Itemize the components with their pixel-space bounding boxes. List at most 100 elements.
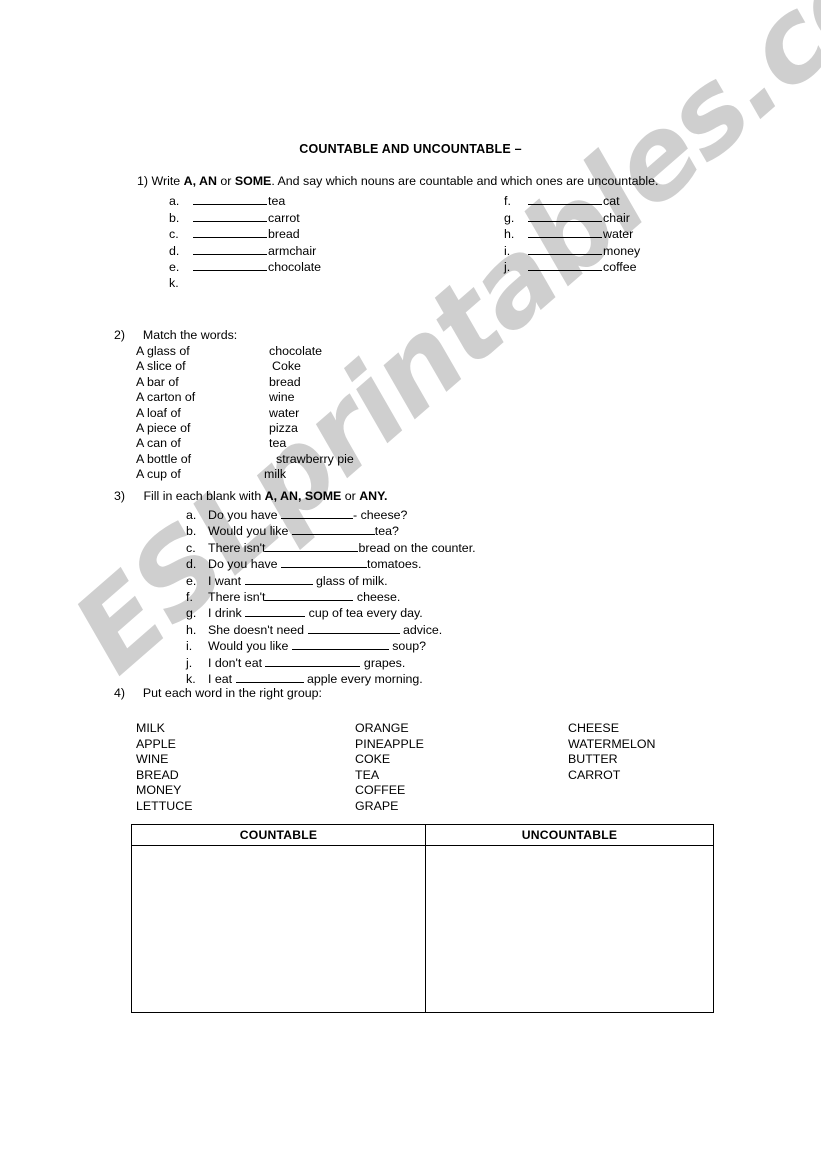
answer-cell-countable[interactable] xyxy=(132,846,426,1012)
item-noun: money xyxy=(603,243,641,258)
answer-blank[interactable] xyxy=(528,226,602,238)
answer-blank[interactable] xyxy=(235,671,304,684)
word-bank-item[interactable]: COKE xyxy=(355,752,424,768)
item-noun: bread xyxy=(268,227,300,241)
match-item: pizza xyxy=(269,420,298,435)
item-letter: c. xyxy=(186,540,196,555)
match-row[interactable]: A carton of wine xyxy=(136,390,466,405)
item-letter: c. xyxy=(169,227,179,241)
exercise-2-match-list: A glass of chocolate A slice of Coke A bar o… xyxy=(136,344,466,483)
exercise-2-instruction: 2) Match the words: xyxy=(114,328,238,342)
fill-in-row: i. Would you like soup? xyxy=(186,638,560,654)
item-noun: chocolate xyxy=(268,260,322,274)
item-letter: j. xyxy=(504,260,511,274)
blank-item-row: g. chair xyxy=(504,210,640,227)
answer-blank[interactable] xyxy=(528,210,602,222)
word-bank-item[interactable]: LETTUCE xyxy=(136,799,192,815)
word-bank-item[interactable]: CARROT xyxy=(568,768,655,784)
exercise-1: 1) Write A, AN or SOME. And say which no… xyxy=(137,174,723,290)
answer-blank[interactable] xyxy=(193,243,267,255)
answer-blank[interactable] xyxy=(528,193,602,205)
match-row[interactable]: A can of tea xyxy=(136,436,466,451)
sentence-before-blank: Do you have xyxy=(208,557,282,572)
item-letter: f. xyxy=(504,194,511,208)
item-letter: h. xyxy=(186,622,197,637)
item-letter: h. xyxy=(504,227,515,241)
sorting-table-header-row: COUNTABLE UNCOUNTABLE xyxy=(132,825,713,846)
match-row[interactable]: A bar of bread xyxy=(136,375,466,390)
answer-blank[interactable] xyxy=(265,589,354,602)
match-quantity: A glass of xyxy=(136,344,190,358)
page-title: COUNTABLE AND UNCOUNTABLE – xyxy=(299,142,522,156)
word-bank-item[interactable]: TEA xyxy=(355,768,424,784)
answer-blank[interactable] xyxy=(193,259,267,271)
item-noun: armchair xyxy=(268,243,317,258)
word-bank-column-3: CHEESE WATERMELON BUTTER CARROT xyxy=(568,721,655,783)
answer-blank[interactable] xyxy=(528,243,602,255)
answer-blank[interactable] xyxy=(265,655,361,667)
item-letter: b. xyxy=(169,210,180,225)
match-item: milk xyxy=(264,467,287,482)
exercise-1-left-column: a. tea b. carrot c. bread d. armchair e. chocolat… xyxy=(169,193,321,291)
word-bank-item[interactable]: ORANGE xyxy=(355,721,424,737)
answer-cell-uncountable[interactable] xyxy=(426,846,713,1012)
match-item: tea xyxy=(269,436,287,451)
item-letter: i. xyxy=(504,243,511,258)
blank-item-row: f. cat xyxy=(504,193,640,210)
match-row[interactable]: A loaf of water xyxy=(136,406,466,421)
word-bank-item[interactable]: BUTTER xyxy=(568,752,655,768)
column-header-uncountable: UNCOUNTABLE xyxy=(521,828,618,842)
word-bank-item[interactable]: GRAPE xyxy=(355,799,424,815)
word-bank-item[interactable]: MILK xyxy=(136,721,192,737)
match-row[interactable]: A cup of milk xyxy=(136,467,466,482)
answer-blank[interactable] xyxy=(307,622,400,634)
answer-blank[interactable] xyxy=(193,226,267,238)
item-letter: e. xyxy=(169,260,180,274)
answer-blank[interactable] xyxy=(291,638,389,651)
word-bank-item[interactable]: COFFEE xyxy=(355,783,424,799)
match-row[interactable]: A slice of Coke xyxy=(136,359,466,374)
word-bank-item[interactable]: APPLE xyxy=(136,737,192,753)
answer-blank[interactable] xyxy=(528,259,602,271)
item-noun: water xyxy=(603,227,634,241)
sentence-after-blank: cheese. xyxy=(353,590,401,605)
word-bank-item[interactable]: CHEESE xyxy=(568,721,655,737)
answer-blank[interactable] xyxy=(281,556,368,569)
fill-in-row: a. Do you have - cheese? xyxy=(186,507,560,523)
match-row[interactable]: A glass of chocolate xyxy=(136,344,466,359)
item-letter: g. xyxy=(504,210,515,225)
word-bank-item[interactable]: WINE xyxy=(136,752,192,768)
match-item: Coke xyxy=(272,359,301,374)
answer-blank[interactable] xyxy=(291,523,375,536)
match-item: wine xyxy=(269,390,295,405)
answer-blank[interactable] xyxy=(244,573,313,585)
answer-blank[interactable] xyxy=(265,540,359,552)
answer-blank[interactable] xyxy=(245,605,306,618)
match-item: strawberry pie xyxy=(276,451,354,466)
word-bank-item[interactable]: MONEY xyxy=(136,783,192,799)
match-row[interactable]: A bottle of strawberry pie xyxy=(136,452,466,467)
exercise-3-instruction: 3) Fill in each blank with A, AN, SOME o… xyxy=(114,489,388,503)
word-bank-item[interactable]: PINEAPPLE xyxy=(355,737,424,753)
answer-blank[interactable] xyxy=(193,210,267,222)
blank-item-row: b. carrot xyxy=(169,210,321,227)
item-letter: j. xyxy=(186,655,193,670)
exercise-4-word-bank: MILK APPLE WINE BREAD MONEY LETTUCE ORANGE PIN… xyxy=(136,721,726,821)
exercise-4-instruction-text: Put each word in the right group: xyxy=(142,686,322,700)
word-bank-item[interactable]: BREAD xyxy=(136,768,192,784)
fill-in-row: d. Do you have tomatoes. xyxy=(186,556,560,572)
sentence-after-blank: advice. xyxy=(399,622,443,637)
answer-blank[interactable] xyxy=(193,193,267,205)
match-quantity: A loaf of xyxy=(136,405,181,420)
sentence-after-blank: cup of tea every day. xyxy=(305,606,423,621)
item-letter: a. xyxy=(169,194,180,208)
item-letter: f. xyxy=(186,590,193,605)
word-bank-column-2: ORANGE PINEAPPLE COKE TEA COFFEE GRAPE xyxy=(355,721,424,815)
answer-blank[interactable] xyxy=(281,507,354,519)
sentence-before-blank: I don't eat xyxy=(208,655,266,670)
match-row[interactable]: A piece of pizza xyxy=(136,421,466,436)
item-letter: i. xyxy=(186,639,193,654)
match-item: bread xyxy=(269,374,301,389)
word-bank-item[interactable]: WATERMELON xyxy=(568,737,655,753)
exercise-1-bold-a-an: A, AN xyxy=(183,174,217,188)
